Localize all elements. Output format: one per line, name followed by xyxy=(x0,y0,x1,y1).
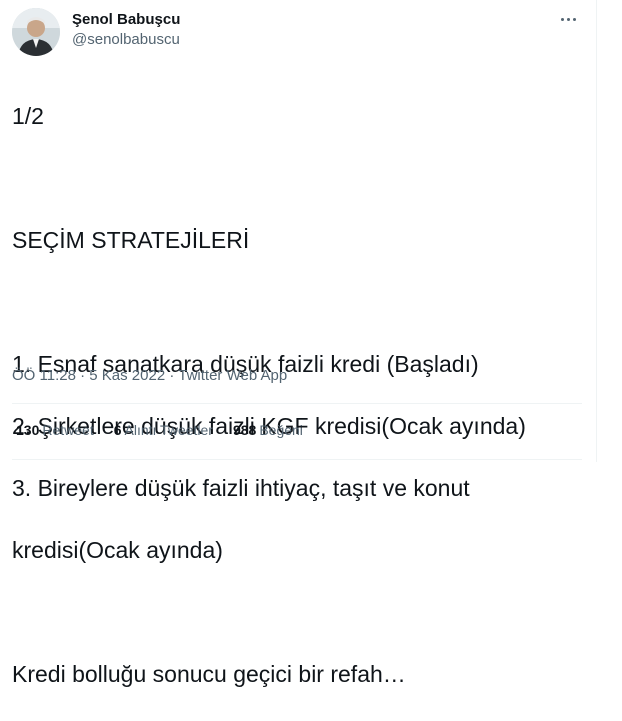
likes-count: 988 xyxy=(232,422,257,438)
divider xyxy=(12,403,582,404)
tweet-line xyxy=(12,287,582,318)
retweets-count: 130 xyxy=(16,422,40,438)
profile-photo-icon xyxy=(12,8,60,56)
engagement-stats: 130 Retweet 6 Alıntı Tweetler 988 Beğeni xyxy=(16,420,323,440)
more-options-button[interactable] xyxy=(554,8,582,30)
quotes-stat[interactable]: 6 Alıntı Tweetler xyxy=(114,420,213,440)
tweet-metadata: ÖÖ 11:28 · 5 Kas 2022 · Twitter Web App xyxy=(12,366,287,386)
author-display-name[interactable]: Şenol Babuşcu xyxy=(72,10,180,30)
likes-stat[interactable]: 988 Beğeni xyxy=(233,420,303,440)
tweet-line xyxy=(12,597,582,628)
tweet-line: 1/2 xyxy=(12,103,44,129)
column-border xyxy=(596,0,597,462)
tweet-date[interactable]: 5 Kas 2022 xyxy=(89,367,165,384)
retweets-stat[interactable]: 130 Retweet xyxy=(16,420,94,440)
quotes-count: 6 xyxy=(113,422,122,438)
author-handle[interactable]: @senolbabuscu xyxy=(72,30,180,50)
divider xyxy=(12,459,582,460)
meta-separator: · xyxy=(75,367,90,384)
tweet-time[interactable]: ÖÖ 11:28 xyxy=(12,367,76,384)
tweet-line: Kredi bolluğu sonucu geçici bir refah… xyxy=(12,661,406,687)
more-horizontal-icon-dot xyxy=(572,17,576,21)
more-horizontal-icon-dot xyxy=(566,17,570,21)
avatar[interactable] xyxy=(12,8,60,56)
source-app-link[interactable]: Twitter Web App xyxy=(178,367,287,384)
tweet-text: 1/2 SEÇİM STRATEJİLERİ 1. Esnaf sanatkar… xyxy=(12,70,582,721)
tweet-line: 3. Bireylere düşük faizli ihtiyaç, taşıt… xyxy=(12,475,470,501)
likes-label: Beğeni xyxy=(259,422,303,438)
tweet-line xyxy=(12,163,582,194)
more-horizontal-icon xyxy=(560,17,564,21)
meta-separator: · xyxy=(165,367,179,384)
retweets-label: Retweet xyxy=(42,422,94,438)
quotes-label: Alıntı Tweetler xyxy=(124,422,213,438)
tweet-line: kredisi(Ocak ayında) xyxy=(12,537,223,563)
tweet-line: SEÇİM STRATEJİLERİ xyxy=(12,227,250,253)
